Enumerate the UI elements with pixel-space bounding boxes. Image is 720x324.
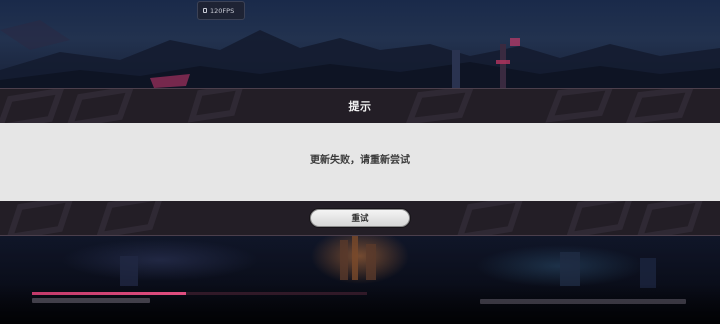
dialog-title: 提示 xyxy=(348,100,372,113)
fps-label: 120FPS xyxy=(210,6,235,15)
notice-text xyxy=(480,299,686,304)
dialog-message: 更新失败，请重新尝试 xyxy=(310,155,410,166)
loading-status-text xyxy=(32,298,150,303)
loading-progress-fill xyxy=(32,292,187,295)
retry-button[interactable]: 重试 xyxy=(310,209,410,227)
bottom-vignette xyxy=(0,284,720,324)
fps-badge: 120FPS xyxy=(197,1,245,20)
dialog-body: 更新失败，请重新尝试 xyxy=(0,123,720,201)
screen-icon xyxy=(203,8,207,13)
loading-progress-bar xyxy=(32,292,367,295)
update-failed-dialog: 提示 更新失败，请重新尝试 重试 xyxy=(0,88,720,236)
